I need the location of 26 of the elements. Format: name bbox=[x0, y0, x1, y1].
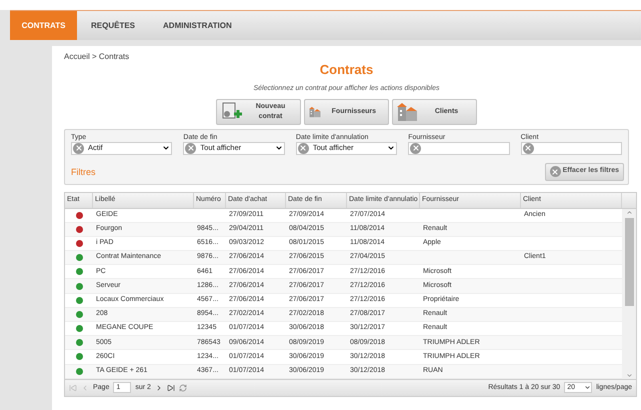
clear-icon[interactable] bbox=[410, 142, 422, 154]
filter-input[interactable] bbox=[520, 142, 622, 154]
caret-icon bbox=[162, 144, 170, 152]
nav-tab[interactable]: ADMINISTRATION bbox=[149, 11, 246, 40]
filters-heading: Filtres bbox=[71, 166, 96, 178]
breadcrumb: Accueil > Contrats bbox=[64, 52, 130, 62]
filter-input[interactable] bbox=[408, 142, 510, 154]
certificate-plus-icon bbox=[221, 102, 243, 122]
caret-icon bbox=[387, 144, 396, 152]
clear-icon[interactable] bbox=[185, 142, 196, 154]
page-title: Contrats bbox=[320, 62, 374, 78]
caret-icon bbox=[584, 384, 592, 392]
clear-icon[interactable] bbox=[522, 142, 534, 154]
caret-icon bbox=[274, 144, 283, 152]
refresh-icon[interactable] bbox=[178, 384, 187, 392]
clear-icon[interactable] bbox=[298, 142, 309, 154]
buildings-icon bbox=[397, 102, 419, 120]
nav-tab[interactable]: REQUÊTES bbox=[77, 11, 150, 40]
previous-page-icon[interactable] bbox=[81, 384, 89, 392]
scroll-down-icon[interactable] bbox=[626, 372, 632, 379]
clear-icon[interactable] bbox=[73, 142, 84, 154]
scrollbar[interactable] bbox=[622, 208, 636, 379]
last-page-icon[interactable] bbox=[166, 384, 175, 392]
first-page-icon[interactable] bbox=[69, 384, 77, 392]
clear-icon[interactable] bbox=[550, 166, 561, 177]
scroll-up-icon[interactable] bbox=[626, 208, 632, 216]
